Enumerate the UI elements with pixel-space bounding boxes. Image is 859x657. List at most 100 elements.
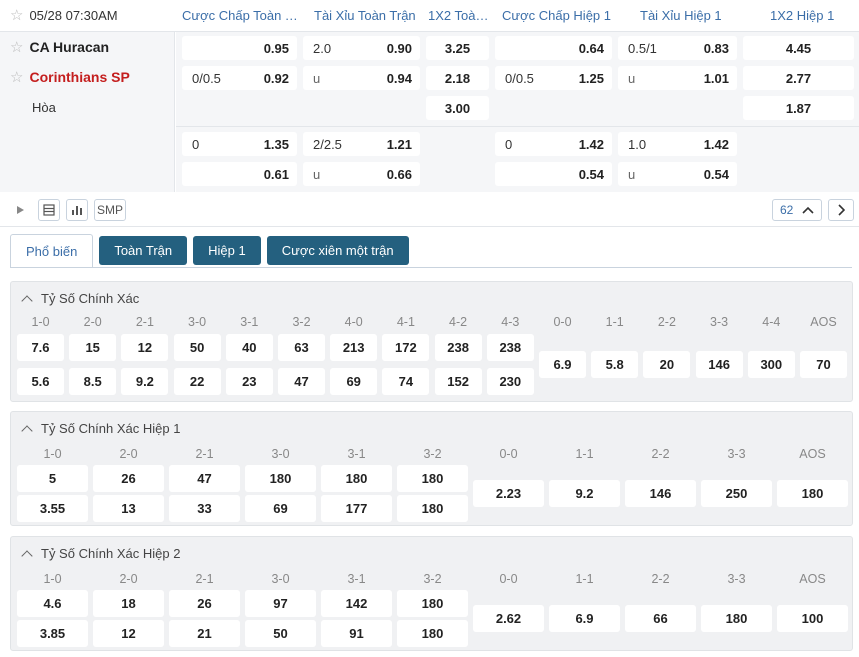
score-odds-cell[interactable]: 5 bbox=[17, 465, 88, 492]
play-icon[interactable] bbox=[10, 199, 30, 221]
smp-button[interactable]: SMP bbox=[94, 199, 126, 221]
odds-cell[interactable]: 1.0 1.42 bbox=[618, 132, 737, 156]
star-icon[interactable]: ☆ bbox=[10, 70, 23, 85]
score-odds-cell[interactable]: 300 bbox=[747, 351, 795, 378]
score-odds-cell[interactable]: 63 bbox=[278, 334, 325, 361]
odds-cell[interactable]: 3.00 bbox=[426, 96, 489, 120]
score-odds-cell[interactable]: 5.6 bbox=[17, 368, 64, 395]
score-odds-cell[interactable]: 180 bbox=[321, 465, 392, 492]
score-odds-cell[interactable]: 180 bbox=[397, 620, 468, 647]
score-odds-cell[interactable]: 180 bbox=[397, 495, 468, 522]
chevron-up-icon[interactable] bbox=[802, 203, 814, 217]
score-odds-cell[interactable]: 22 bbox=[173, 368, 221, 395]
odds-cell[interactable]: 4.45 bbox=[743, 36, 854, 60]
odds-cell[interactable]: 0.61 bbox=[182, 162, 297, 186]
score-odds-cell[interactable]: 70 bbox=[800, 351, 847, 378]
score-odds-cell[interactable]: 9.2 bbox=[549, 480, 620, 507]
score-odds-cell[interactable]: 26 bbox=[93, 465, 164, 492]
score-odds-cell[interactable]: 20 bbox=[643, 351, 691, 378]
odds-cell[interactable]: 0.95 bbox=[182, 36, 297, 60]
score-odds-cell[interactable]: 23 bbox=[225, 368, 273, 395]
section-header[interactable]: Tỷ Số Chính Xác bbox=[21, 291, 139, 307]
score-odds-cell[interactable]: 13 bbox=[93, 495, 164, 522]
score-odds-cell[interactable]: 47 bbox=[278, 368, 325, 395]
chevron-up-icon[interactable] bbox=[21, 294, 33, 307]
odds-cell[interactable]: u 0.66 bbox=[303, 162, 420, 186]
score-odds-cell[interactable]: 15 bbox=[69, 334, 117, 361]
score-odds-cell[interactable]: 177 bbox=[321, 495, 392, 522]
score-odds-cell[interactable]: 146 bbox=[695, 351, 743, 378]
list-icon[interactable] bbox=[38, 199, 60, 221]
star-icon[interactable]: ☆ bbox=[10, 40, 23, 55]
score-odds-cell[interactable]: 69 bbox=[245, 495, 316, 522]
tab-half-1[interactable]: Hiệp 1 bbox=[193, 236, 261, 265]
tab-same-game-parlay[interactable]: Cược xiên một trận bbox=[266, 236, 409, 265]
score-odds-cell[interactable]: 5.8 bbox=[591, 351, 639, 378]
odds-cell[interactable]: 0 1.35 bbox=[182, 132, 297, 156]
score-odds-cell[interactable]: 40 bbox=[225, 334, 273, 361]
score-odds-cell[interactable]: 6.9 bbox=[539, 351, 586, 378]
odds-cell[interactable]: 2/2.5 1.21 bbox=[303, 132, 420, 156]
odds-cell[interactable]: 2.0 0.90 bbox=[303, 36, 420, 60]
score-odds-cell[interactable]: 97 bbox=[245, 590, 316, 617]
score-odds-cell[interactable]: 18 bbox=[93, 590, 164, 617]
score-odds-cell[interactable]: 2.23 bbox=[473, 480, 544, 507]
section-header[interactable]: Tỷ Số Chính Xác Hiệp 2 bbox=[21, 546, 180, 562]
score-odds-cell[interactable]: 152 bbox=[434, 368, 482, 395]
score-odds-cell[interactable]: 180 bbox=[397, 465, 468, 492]
chevron-up-icon[interactable] bbox=[21, 549, 33, 562]
chevron-right-icon[interactable] bbox=[828, 199, 854, 221]
score-odds-cell[interactable]: 172 bbox=[382, 334, 430, 361]
score-odds-cell[interactable]: 8.5 bbox=[69, 368, 117, 395]
score-odds-cell[interactable]: 6.9 bbox=[549, 605, 620, 632]
odds-cell[interactable]: u 1.01 bbox=[618, 66, 737, 90]
score-odds-cell[interactable]: 250 bbox=[701, 480, 772, 507]
score-odds-cell[interactable]: 91 bbox=[321, 620, 392, 647]
score-odds-cell[interactable]: 69 bbox=[330, 368, 378, 395]
stats-chart-icon[interactable] bbox=[66, 199, 88, 221]
score-odds-cell[interactable]: 2.62 bbox=[473, 605, 544, 632]
odds-cell[interactable]: 0/0.5 0.92 bbox=[182, 66, 297, 90]
section-header[interactable]: Tỷ Số Chính Xác Hiệp 1 bbox=[21, 421, 180, 437]
score-odds-cell[interactable]: 238 bbox=[434, 334, 482, 361]
score-odds-cell[interactable]: 7.6 bbox=[17, 334, 64, 361]
score-odds-cell[interactable]: 12 bbox=[121, 334, 169, 361]
tab-full-match[interactable]: Toàn Trận bbox=[99, 236, 188, 265]
chevron-up-icon[interactable] bbox=[21, 424, 33, 437]
score-odds-cell[interactable]: 238 bbox=[486, 334, 534, 361]
score-odds-cell[interactable]: 142 bbox=[321, 590, 392, 617]
score-odds-cell[interactable]: 146 bbox=[625, 480, 696, 507]
score-odds-cell[interactable]: 50 bbox=[245, 620, 316, 647]
more-markets-pager[interactable]: 62 bbox=[772, 199, 822, 221]
score-odds-cell[interactable]: 213 bbox=[330, 334, 378, 361]
score-odds-cell[interactable]: 3.85 bbox=[17, 620, 88, 647]
tab-popular[interactable]: Phổ biến bbox=[10, 234, 94, 268]
score-odds-cell[interactable]: 230 bbox=[486, 368, 534, 395]
score-odds-cell[interactable]: 50 bbox=[173, 334, 221, 361]
odds-cell[interactable]: u 0.54 bbox=[618, 162, 737, 186]
odds-cell[interactable]: 3.25 bbox=[426, 36, 489, 60]
odds-cell[interactable]: 0 1.42 bbox=[495, 132, 612, 156]
odds-cell[interactable]: u 0.94 bbox=[303, 66, 420, 90]
score-odds-cell[interactable]: 180 bbox=[245, 465, 316, 492]
odds-cell[interactable]: 0.54 bbox=[495, 162, 612, 186]
odds-cell[interactable]: 0/0.5 1.25 bbox=[495, 66, 612, 90]
score-odds-cell[interactable]: 180 bbox=[777, 480, 848, 507]
score-odds-cell[interactable]: 12 bbox=[93, 620, 164, 647]
score-odds-cell[interactable]: 33 bbox=[169, 495, 240, 522]
score-odds-cell[interactable]: 180 bbox=[701, 605, 772, 632]
odds-cell[interactable]: 1.87 bbox=[743, 96, 854, 120]
score-odds-cell[interactable]: 21 bbox=[169, 620, 240, 647]
odds-cell[interactable]: 2.18 bbox=[426, 66, 489, 90]
odds-cell[interactable]: 2.77 bbox=[743, 66, 854, 90]
score-odds-cell[interactable]: 9.2 bbox=[121, 368, 169, 395]
score-odds-cell[interactable]: 180 bbox=[397, 590, 468, 617]
odds-cell[interactable]: 0.64 bbox=[495, 36, 612, 60]
score-odds-cell[interactable]: 47 bbox=[169, 465, 240, 492]
score-odds-cell[interactable]: 4.6 bbox=[17, 590, 88, 617]
score-odds-cell[interactable]: 74 bbox=[382, 368, 430, 395]
odds-cell[interactable]: 0.5/1 0.83 bbox=[618, 36, 737, 60]
score-odds-cell[interactable]: 66 bbox=[625, 605, 696, 632]
star-icon[interactable]: ☆ bbox=[10, 8, 23, 23]
score-odds-cell[interactable]: 100 bbox=[777, 605, 848, 632]
